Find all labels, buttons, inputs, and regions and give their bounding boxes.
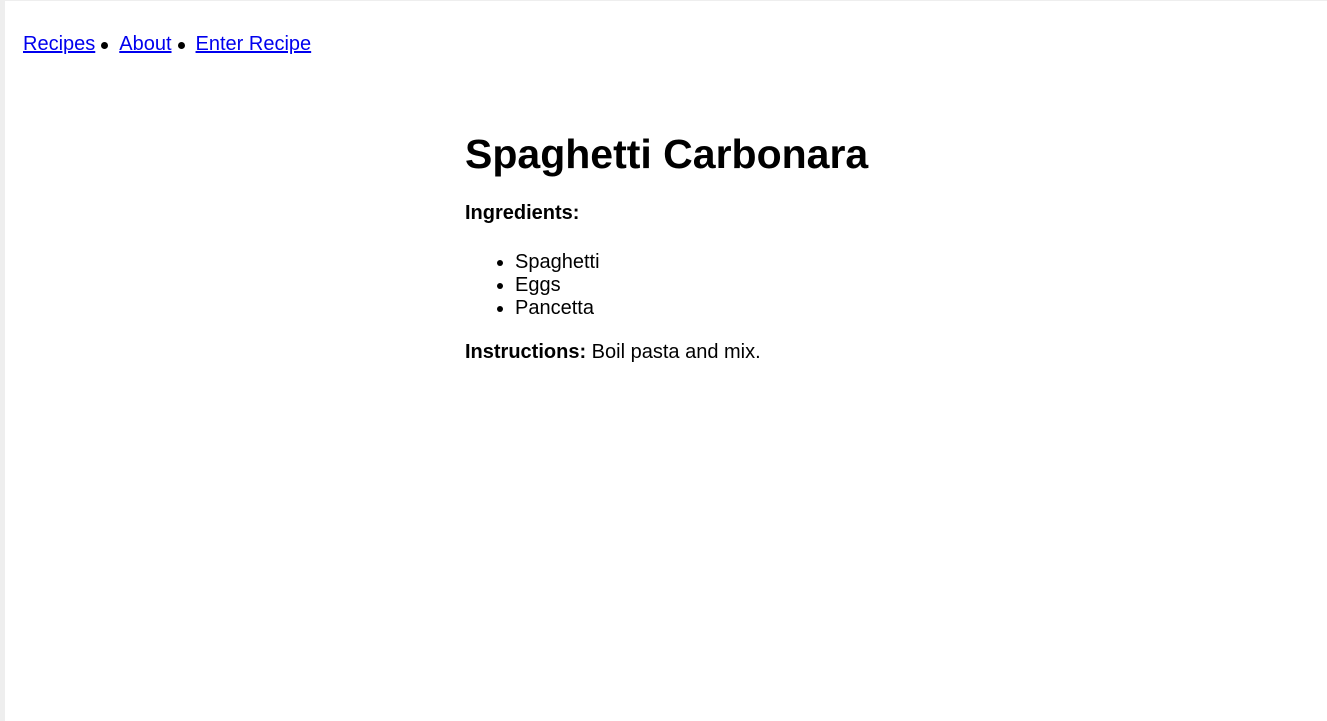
page-frame: Recipes About Enter Recipe Spaghetti Car…: [0, 0, 1327, 721]
nav-bullet-separator: [177, 41, 185, 49]
instructions-label: Instructions:: [465, 341, 587, 363]
nav-link-recipes[interactable]: Recipes: [23, 32, 95, 56]
nav-link-enter-recipe[interactable]: Enter Recipe: [196, 32, 312, 56]
recipe-content: Spaghetti Carbonara Ingredients: Spaghet…: [465, 129, 1165, 364]
recipe-title: Spaghetti Carbonara: [465, 131, 869, 177]
instructions-text: Boil pasta and mix.: [586, 341, 761, 363]
list-item: Pancetta: [515, 297, 1165, 320]
ingredients-label: Ingredients:: [465, 202, 580, 224]
top-navigation: Recipes About Enter Recipe: [23, 32, 311, 56]
nav-link-about[interactable]: About: [119, 32, 171, 56]
instructions-paragraph: Instructions: Boil pasta and mix.: [465, 340, 1165, 364]
list-item: Spaghetti: [515, 251, 1165, 274]
list-item: Eggs: [515, 274, 1165, 297]
nav-bullet-separator: [101, 41, 109, 49]
ingredients-list: Spaghetti Eggs Pancetta: [465, 251, 1165, 320]
